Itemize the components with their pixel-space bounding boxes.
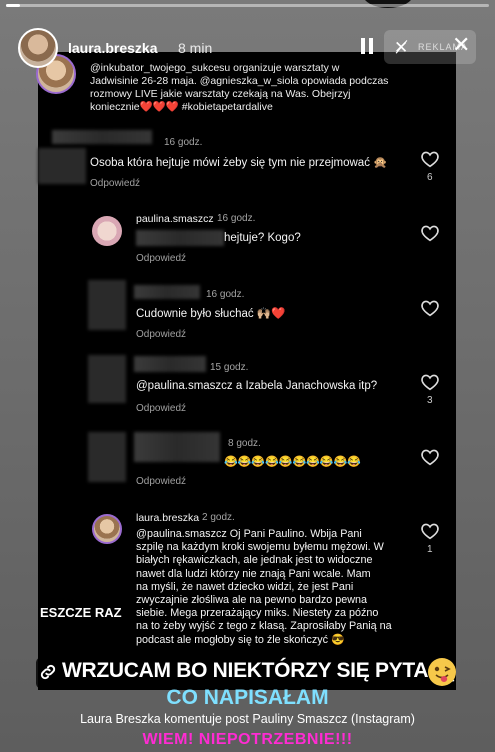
- like-count: 6: [427, 172, 433, 183]
- jeszcze-raz-label: ESZCZE RAZ: [38, 604, 124, 621]
- banner-text: WRZUCAM BO NIEKTÓRZY SIĘ PYTAJĄ: [62, 659, 455, 682]
- like-count: 3: [427, 395, 433, 406]
- blurred-username: [134, 356, 206, 372]
- comment-line: białych rękawiczkach, ale jednak jest to…: [136, 554, 373, 567]
- reply-link[interactable]: Odpowiedź: [136, 253, 186, 264]
- tongue-face-emoji-icon: [428, 658, 456, 686]
- comment-line: na to żeby wyjść z tego z klasą. Zaprosi…: [136, 620, 392, 633]
- story-time: 8 min: [178, 40, 213, 56]
- pause-icon[interactable]: [360, 38, 374, 54]
- comment-line: na myśli, że nawet dziecko widzi, że jes…: [136, 580, 354, 593]
- source-caption: Laura Breszka komentuje post Pauliny Sma…: [80, 712, 415, 726]
- link-icon: [38, 662, 58, 682]
- comment-line: @paulina.smaszcz Oj Pani Paulino. Wbija …: [136, 528, 362, 540]
- reply-link[interactable]: Odpowiedź: [136, 403, 186, 414]
- blurred-username: [52, 130, 152, 144]
- comment-line: zwyczajnie złośliwa ale na pewno bardzo …: [136, 594, 368, 607]
- comment-line: szpilę na każdym kroki swojemu byłemu mę…: [136, 541, 384, 554]
- story-progress-fill: [6, 4, 21, 7]
- comment-time: 8 godz.: [228, 438, 261, 449]
- comment-text-block: @paulina.smaszcz Oj Pani Paulino. Wbija …: [136, 528, 406, 647]
- like-heart-icon[interactable]: [420, 150, 440, 168]
- comment-time: 16 godz.: [164, 137, 203, 148]
- co-napisalam-text: CO NAPISAŁAM: [166, 686, 329, 709]
- reply-avatar: [92, 216, 122, 246]
- comment-text: 😂😂😂😂😂😂😂😂😂😂: [224, 456, 361, 468]
- story-username[interactable]: laura.breszka: [68, 40, 158, 56]
- like-heart-icon[interactable]: [420, 224, 440, 242]
- comment-line: siebie. Mega przerażający miks. Niestety…: [136, 607, 379, 620]
- reply-link[interactable]: Odpowiedź: [136, 329, 186, 340]
- comment-line: podcast ale mogłoby się to źle skończyć …: [136, 633, 345, 646]
- close-icon[interactable]: ✕: [452, 32, 470, 58]
- comment-username[interactable]: laura.breszka: [136, 512, 199, 524]
- like-count: 1: [427, 544, 433, 555]
- reply-link[interactable]: Odpowiedź: [136, 476, 186, 487]
- blurred-mention: [136, 230, 224, 246]
- comment-text: @paulina.smaszcz a Izabela Janachowska i…: [136, 380, 378, 392]
- comment-line: nawet dla ludzi którzy nie znają Pani wc…: [136, 567, 371, 580]
- blurred-avatar: [88, 355, 126, 403]
- reply-link[interactable]: Odpowiedź: [90, 178, 140, 189]
- blurred-avatar: [38, 148, 86, 184]
- wiem-text: WIEM! NIEPOTRZEBNIE!!!: [142, 731, 353, 748]
- blurred-avatar: [88, 280, 126, 330]
- comment-text: hejtuje? Kogo?: [224, 232, 301, 244]
- mute-icon[interactable]: ✕̸: [394, 38, 408, 58]
- comment-time: 16 godz.: [217, 213, 256, 224]
- story-avatar[interactable]: [18, 28, 58, 68]
- story-viewer[interactable]: @inkubator_twojego_sukcesu organizuje wa…: [0, 0, 495, 752]
- like-heart-icon[interactable]: [420, 522, 440, 540]
- comment-text: Osoba która hejtuje mówi żeby się tym ni…: [90, 157, 388, 169]
- comment-username[interactable]: paulina.smaszcz: [136, 213, 214, 225]
- blurred-avatar: [88, 432, 126, 482]
- like-heart-icon[interactable]: [420, 299, 440, 317]
- comment-time: 16 godz.: [206, 289, 245, 300]
- post-caption: @inkubator_twojego_sukcesu organizuje wa…: [90, 62, 389, 113]
- story-progress-bar: [6, 4, 489, 7]
- comment-text: Cudownie było słuchać 🙌🏼❤️: [136, 308, 286, 320]
- blurred-username: [134, 432, 220, 462]
- like-heart-icon[interactable]: [420, 373, 440, 391]
- comment-time: 15 godz.: [210, 362, 249, 373]
- blurred-username: [134, 285, 200, 299]
- comment-time: 2 godz.: [202, 512, 235, 523]
- reply-avatar: [92, 514, 122, 544]
- like-heart-icon[interactable]: [420, 448, 440, 466]
